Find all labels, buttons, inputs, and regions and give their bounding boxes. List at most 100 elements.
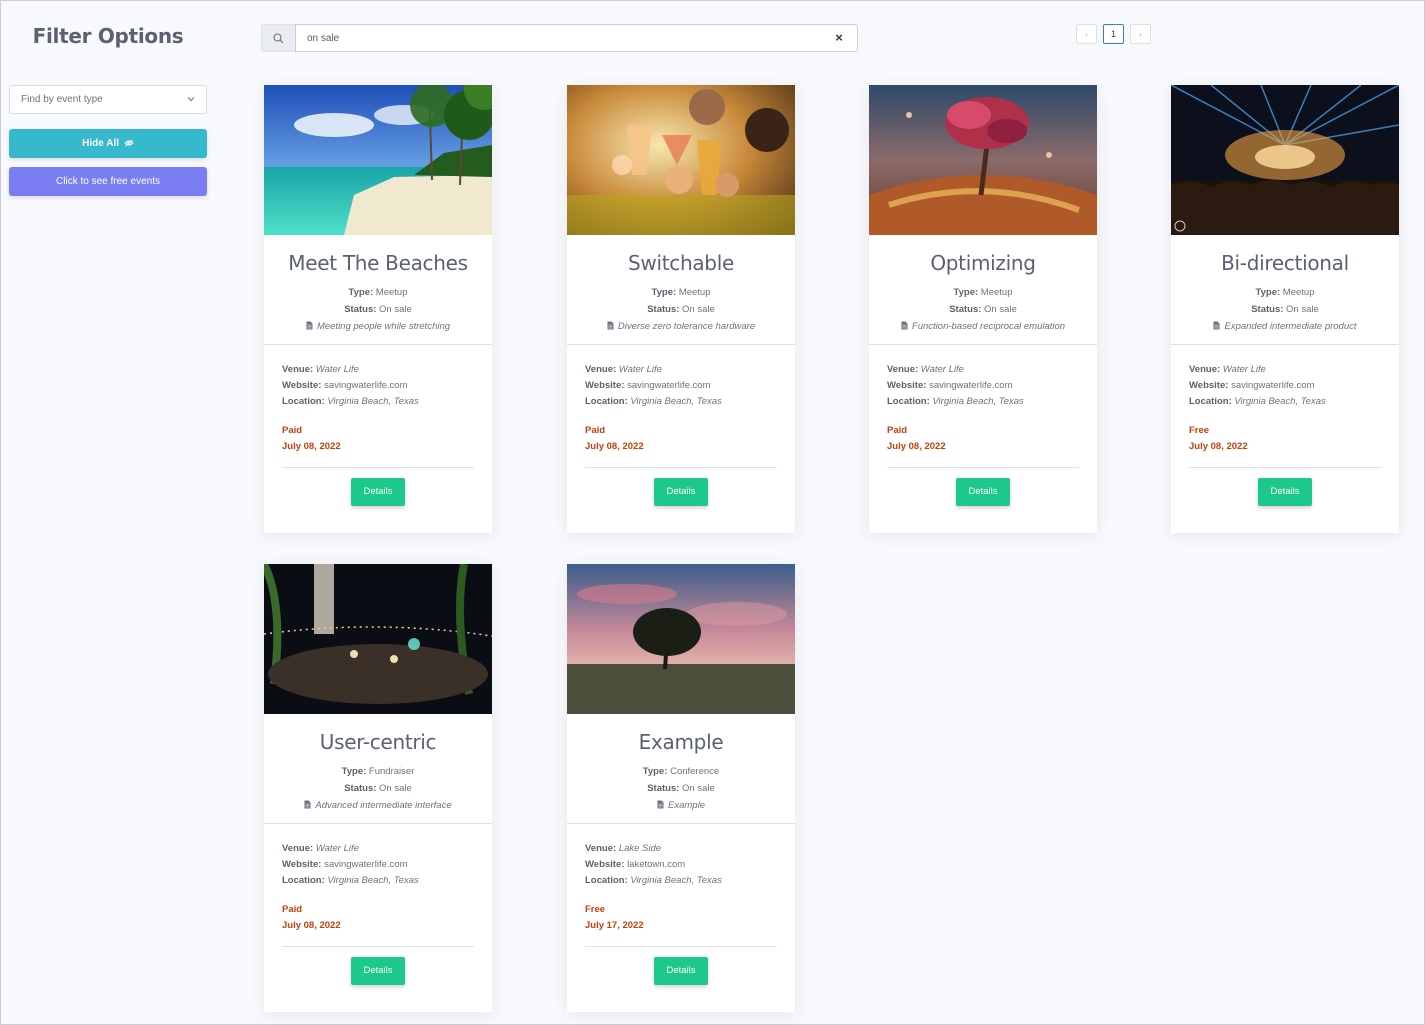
- venue-label: Venue:: [1189, 364, 1221, 375]
- document-icon: [306, 321, 313, 330]
- location-label: Location:: [585, 875, 628, 886]
- event-card: Optimizing Type: Meetup Status: On sale …: [869, 85, 1097, 533]
- event-title: User-centric: [319, 730, 437, 754]
- details-button[interactable]: Details: [956, 478, 1010, 506]
- website-value: savingwaterlife.com: [929, 380, 1013, 391]
- event-date: July 17, 2022: [585, 920, 644, 931]
- document-icon: [1213, 321, 1220, 330]
- event-price: Paid: [887, 425, 908, 436]
- location-label: Location:: [1189, 396, 1232, 407]
- description-text: Expanded intermediate product: [1224, 321, 1357, 332]
- venue-label: Venue:: [887, 364, 919, 375]
- document-icon: [304, 800, 311, 809]
- event-description: Example: [567, 797, 795, 814]
- event-status: Status: On sale: [869, 301, 1097, 318]
- event-type: Type: Meetup: [1171, 284, 1399, 301]
- clear-search-button[interactable]: ×: [833, 31, 845, 44]
- location-value: Virginia Beach, Texas: [932, 396, 1024, 407]
- status-value: On sale: [1286, 304, 1319, 315]
- type-value: Meetup: [375, 287, 408, 298]
- event-type-select[interactable]: Find by event type: [9, 85, 207, 114]
- status-label: Status:: [949, 304, 982, 315]
- event-venue-info: Venue: Water Life Website: savingwaterli…: [567, 362, 795, 410]
- status-value: On sale: [984, 304, 1017, 315]
- venue-label: Venue:: [585, 843, 617, 854]
- website-row: Website: savingwaterlife.com: [1189, 378, 1399, 394]
- website-label: Website:: [887, 380, 927, 391]
- website-value: savingwaterlife.com: [1231, 380, 1315, 391]
- venue-value: Water Life: [920, 364, 964, 375]
- website-row: Website: savingwaterlife.com: [887, 378, 1097, 394]
- event-type: Type: Fundraiser: [264, 763, 492, 780]
- event-date: July 08, 2022: [1189, 441, 1248, 452]
- location-value: Virginia Beach, Texas: [630, 875, 722, 886]
- event-type: Type: Conference: [567, 763, 795, 780]
- venue-value: Water Life: [618, 364, 662, 375]
- divider: [264, 344, 492, 345]
- event-image: [869, 85, 1097, 235]
- event-title: Meet The Beaches: [288, 251, 468, 275]
- free-events-button[interactable]: Click to see free events: [9, 167, 207, 196]
- divider: [1189, 467, 1381, 468]
- event-date: July 08, 2022: [585, 441, 644, 452]
- search-addon: [261, 24, 295, 52]
- type-label: Type:: [1255, 287, 1281, 298]
- search-icon: [273, 33, 284, 44]
- type-value: Fundraiser: [368, 766, 415, 777]
- type-label: Type:: [348, 287, 374, 298]
- divider: [567, 344, 795, 345]
- venue-row: Venue: Water Life: [1189, 362, 1399, 378]
- event-venue-info: Venue: Water Life Website: savingwaterli…: [1171, 362, 1399, 410]
- details-button[interactable]: Details: [654, 957, 708, 985]
- event-venue-info: Venue: Water Life Website: savingwaterli…: [264, 362, 492, 410]
- status-value: On sale: [682, 304, 715, 315]
- event-type: Type: Meetup: [567, 284, 795, 301]
- website-label: Website:: [282, 859, 322, 870]
- event-venue-info: Venue: Water Life Website: savingwaterli…: [264, 841, 492, 889]
- location-label: Location:: [585, 396, 628, 407]
- event-title: Bi-directional: [1221, 251, 1349, 275]
- description-text: Example: [668, 800, 705, 811]
- status-label: Status:: [344, 304, 377, 315]
- filter-title: Filter Options: [32, 24, 184, 48]
- pagination: ‹ 1 ›: [1076, 24, 1151, 44]
- divider: [585, 946, 777, 947]
- details-button[interactable]: Details: [654, 478, 708, 506]
- filter-sidebar: Filter Options Find by event type Hide A…: [9, 19, 207, 196]
- type-label: Type:: [341, 766, 367, 777]
- website-value: savingwaterlife.com: [627, 380, 711, 391]
- type-value: Meetup: [1282, 287, 1315, 298]
- event-card: Switchable Type: Meetup Status: On sale …: [567, 85, 795, 533]
- search-input[interactable]: [295, 24, 858, 52]
- status-value: On sale: [379, 783, 412, 794]
- event-description: Expanded intermediate product: [1171, 318, 1399, 335]
- event-date: July 08, 2022: [887, 441, 946, 452]
- type-label: Type:: [642, 766, 668, 777]
- details-button[interactable]: Details: [351, 478, 405, 506]
- location-row: Location: Virginia Beach, Texas: [282, 394, 492, 410]
- eye-slash-icon: [124, 139, 134, 147]
- event-status: Status: On sale: [1171, 301, 1399, 318]
- location-row: Location: Virginia Beach, Texas: [1189, 394, 1399, 410]
- page-1-button[interactable]: 1: [1103, 24, 1124, 44]
- hide-all-button[interactable]: Hide All: [9, 129, 207, 158]
- event-image: [264, 85, 492, 235]
- document-icon: [901, 321, 908, 330]
- website-label: Website:: [1189, 380, 1229, 391]
- venue-label: Venue:: [585, 364, 617, 375]
- event-card: Bi-directional Type: Meetup Status: On s…: [1171, 85, 1399, 533]
- website-value: laketown.com: [627, 859, 686, 870]
- status-value: On sale: [379, 304, 412, 315]
- prev-page-button[interactable]: ‹: [1076, 24, 1097, 44]
- venue-row: Venue: Water Life: [282, 362, 492, 378]
- divider: [264, 823, 492, 824]
- venue-label: Venue:: [282, 843, 314, 854]
- details-button[interactable]: Details: [351, 957, 405, 985]
- venue-row: Venue: Water Life: [887, 362, 1097, 378]
- event-image: [1171, 85, 1399, 235]
- next-page-button[interactable]: ›: [1130, 24, 1151, 44]
- website-label: Website:: [585, 859, 625, 870]
- event-title: Switchable: [628, 251, 734, 275]
- details-button[interactable]: Details: [1258, 478, 1312, 506]
- venue-row: Venue: Water Life: [585, 362, 795, 378]
